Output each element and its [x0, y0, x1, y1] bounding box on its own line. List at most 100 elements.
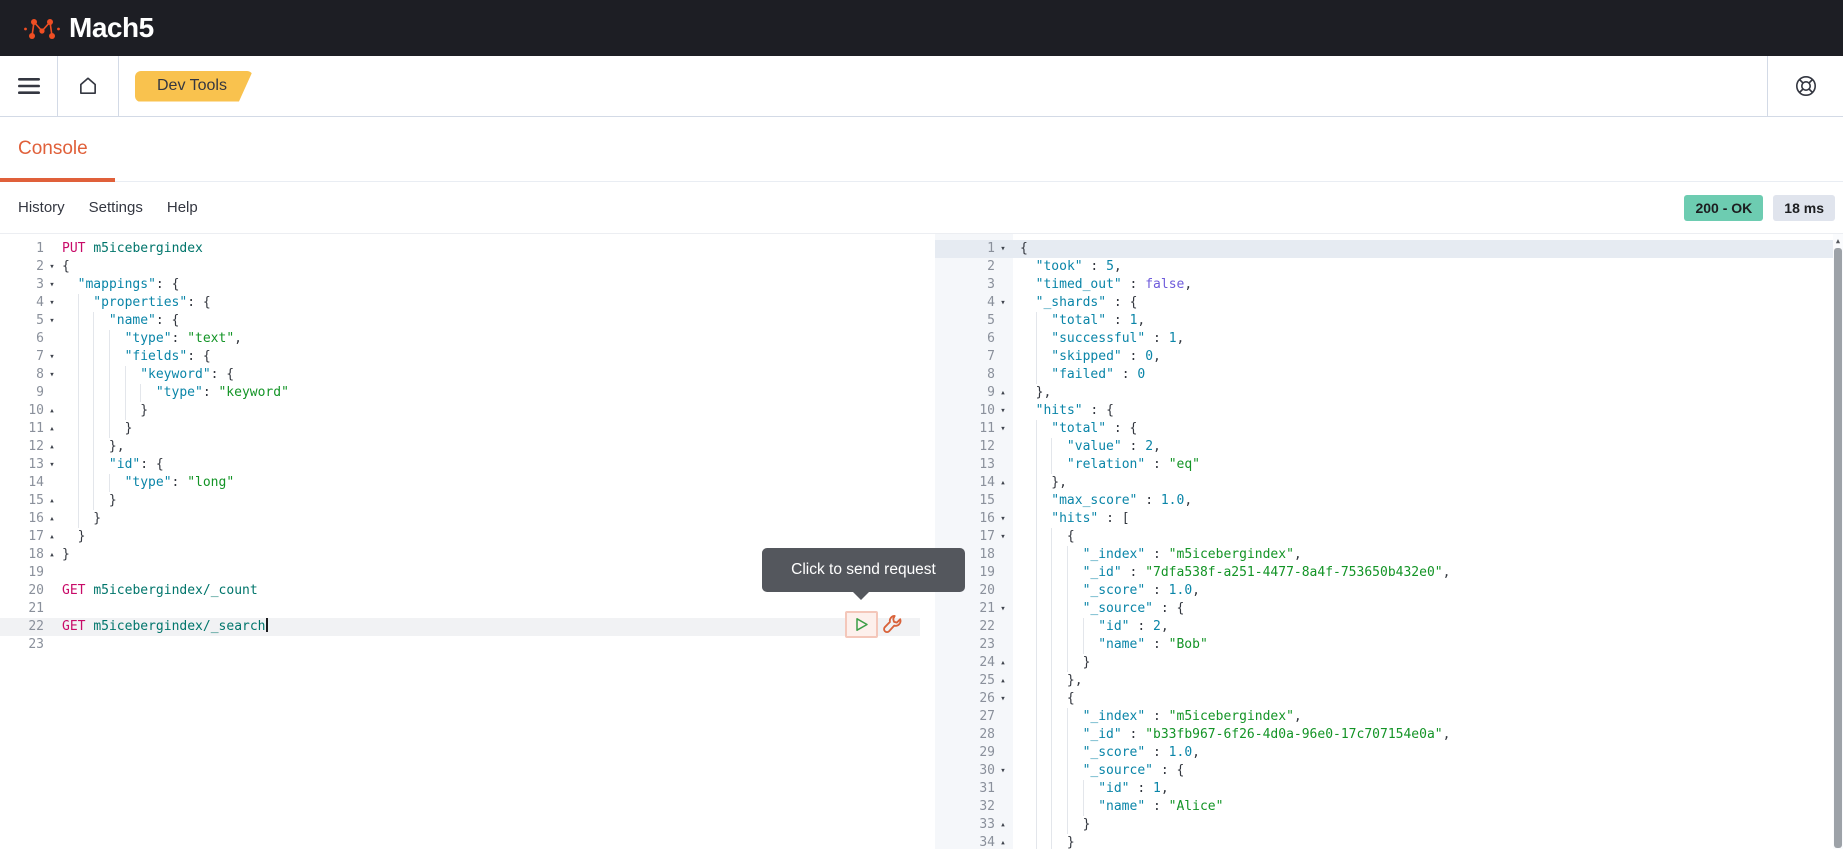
code-line[interactable]: 11▴ }: [0, 420, 920, 438]
code-line[interactable]: 17▾ {: [935, 528, 1833, 546]
code-line[interactable]: 4▾ "properties": {: [0, 294, 920, 312]
code-line[interactable]: 33▴ }: [935, 816, 1833, 834]
fold-open-icon[interactable]: ▾: [44, 456, 60, 474]
code-line[interactable]: 32 "name" : "Alice": [935, 798, 1833, 816]
fold-open-icon[interactable]: ▾: [44, 294, 60, 312]
fold-open-icon[interactable]: ▾: [995, 528, 1011, 546]
response-viewer[interactable]: 1▾{2 "took" : 5,3 "timed_out" : false,4▾…: [935, 234, 1833, 849]
response-vertical-scrollbar[interactable]: ▲: [1833, 234, 1843, 849]
code-line[interactable]: 22GET m5icebergindex/_search: [0, 618, 920, 636]
code-line[interactable]: 19 "_id" : "7dfa538f-a251-4477-8a4f-7536…: [935, 564, 1833, 582]
fold-open-icon[interactable]: ▾: [995, 402, 1011, 420]
code-line[interactable]: 25▴ },: [935, 672, 1833, 690]
code-line[interactable]: 17▴ }: [0, 528, 920, 546]
fold-open-icon[interactable]: ▾: [995, 420, 1011, 438]
code-line[interactable]: 6 "successful" : 1,: [935, 330, 1833, 348]
code-line[interactable]: 11▾ "total" : {: [935, 420, 1833, 438]
fold-close-icon[interactable]: ▴: [44, 438, 60, 456]
fold-open-icon[interactable]: ▾: [995, 510, 1011, 528]
code-line[interactable]: 15▴ }: [0, 492, 920, 510]
breadcrumb-dev-tools[interactable]: Dev Tools: [135, 71, 253, 102]
code-line[interactable]: 21: [0, 600, 920, 618]
fold-open-icon[interactable]: ▾: [995, 240, 1011, 258]
code-line[interactable]: 5 "total" : 1,: [935, 312, 1833, 330]
code-line[interactable]: 3▾ "mappings": {: [0, 276, 920, 294]
fold-open-icon[interactable]: ▾: [44, 276, 60, 294]
fold-close-icon[interactable]: ▴: [44, 510, 60, 528]
code-line[interactable]: 14▴ },: [935, 474, 1833, 492]
menu-item-settings[interactable]: Settings: [89, 199, 143, 216]
code-line[interactable]: 8▾ "keyword": {: [0, 366, 920, 384]
help-button[interactable]: [1793, 73, 1819, 99]
request-editor[interactable]: 1PUT m5icebergindex2▾{3▾ "mappings": {4▾…: [0, 234, 920, 849]
code-line[interactable]: 26▾ {: [935, 690, 1833, 708]
menu-item-help[interactable]: Help: [167, 199, 198, 216]
tab-console[interactable]: Console: [0, 117, 115, 181]
code-line[interactable]: 13▾ "id": {: [0, 456, 920, 474]
fold-open-icon[interactable]: ▾: [44, 366, 60, 384]
code-line[interactable]: 2 "took" : 5,: [935, 258, 1833, 276]
fold-spacer: [44, 330, 60, 348]
fold-close-icon[interactable]: ▴: [995, 672, 1011, 690]
fold-close-icon[interactable]: ▴: [44, 546, 60, 564]
code-line[interactable]: 15 "max_score" : 1.0,: [935, 492, 1833, 510]
fold-open-icon[interactable]: ▾: [995, 762, 1011, 780]
code-line[interactable]: 18 "_index" : "m5icebergindex",: [935, 546, 1833, 564]
code-line[interactable]: 1▾{: [935, 240, 1833, 258]
fold-open-icon[interactable]: ▾: [44, 348, 60, 366]
fold-close-icon[interactable]: ▴: [44, 492, 60, 510]
code-line[interactable]: 12▴ },: [0, 438, 920, 456]
fold-close-icon[interactable]: ▴: [995, 834, 1011, 849]
code-line[interactable]: 13 "relation" : "eq": [935, 456, 1833, 474]
code-line[interactable]: 10▾ "hits" : {: [935, 402, 1833, 420]
fold-open-icon[interactable]: ▾: [44, 258, 60, 276]
code-line[interactable]: 7▾ "fields": {: [0, 348, 920, 366]
code-line[interactable]: 4▾ "_shards" : {: [935, 294, 1833, 312]
code-line[interactable]: 30▾ "_source" : {: [935, 762, 1833, 780]
code-line[interactable]: 28 "_id" : "b33fb967-6f26-4d0a-96e0-17c7…: [935, 726, 1833, 744]
code-line[interactable]: 34▴ }: [935, 834, 1833, 849]
fold-close-icon[interactable]: ▴: [44, 420, 60, 438]
code-line[interactable]: 8 "failed" : 0: [935, 366, 1833, 384]
home-button[interactable]: [77, 75, 99, 97]
send-request-button[interactable]: [845, 611, 878, 638]
fold-close-icon[interactable]: ▴: [995, 816, 1011, 834]
code-line[interactable]: 16▾ "hits" : [: [935, 510, 1833, 528]
fold-open-icon[interactable]: ▾: [995, 294, 1011, 312]
code-line[interactable]: 23 "name" : "Bob": [935, 636, 1833, 654]
code-line[interactable]: 16▴ }: [0, 510, 920, 528]
fold-close-icon[interactable]: ▴: [995, 474, 1011, 492]
fold-close-icon[interactable]: ▴: [44, 528, 60, 546]
code-line[interactable]: 29 "_score" : 1.0,: [935, 744, 1833, 762]
code-line[interactable]: 23: [0, 636, 920, 654]
request-options-button[interactable]: [879, 612, 905, 638]
fold-open-icon[interactable]: ▾: [44, 312, 60, 330]
code-line[interactable]: 1PUT m5icebergindex: [0, 240, 920, 258]
brand-logo[interactable]: Mach5: [24, 10, 154, 46]
menu-item-history[interactable]: History: [18, 199, 65, 216]
code-line[interactable]: 24▴ }: [935, 654, 1833, 672]
code-line[interactable]: 14 "type": "long": [0, 474, 920, 492]
fold-open-icon[interactable]: ▾: [995, 600, 1011, 618]
code-line[interactable]: 21▾ "_source" : {: [935, 600, 1833, 618]
code-line[interactable]: 9▴ },: [935, 384, 1833, 402]
code-line[interactable]: 6 "type": "text",: [0, 330, 920, 348]
hamburger-menu-button[interactable]: [18, 78, 40, 94]
fold-close-icon[interactable]: ▴: [995, 654, 1011, 672]
fold-close-icon[interactable]: ▴: [995, 384, 1011, 402]
code-line[interactable]: 9 "type": "keyword": [0, 384, 920, 402]
code-line[interactable]: 10▴ }: [0, 402, 920, 420]
fold-open-icon[interactable]: ▾: [995, 690, 1011, 708]
code-line[interactable]: 31 "id" : 1,: [935, 780, 1833, 798]
code-line[interactable]: 7 "skipped" : 0,: [935, 348, 1833, 366]
fold-close-icon[interactable]: ▴: [44, 402, 60, 420]
code-line[interactable]: 5▾ "name": {: [0, 312, 920, 330]
code-line[interactable]: 12 "value" : 2,: [935, 438, 1833, 456]
code-line[interactable]: 22 "id" : 2,: [935, 618, 1833, 636]
code-line[interactable]: 3 "timed_out" : false,: [935, 276, 1833, 294]
code-line[interactable]: 27 "_index" : "m5icebergindex",: [935, 708, 1833, 726]
code-line[interactable]: 2▾{: [0, 258, 920, 276]
scroll-up-arrow-icon[interactable]: ▲: [1833, 235, 1843, 247]
code-line[interactable]: 20 "_score" : 1.0,: [935, 582, 1833, 600]
response-scrollbar-thumb[interactable]: [1834, 248, 1842, 848]
